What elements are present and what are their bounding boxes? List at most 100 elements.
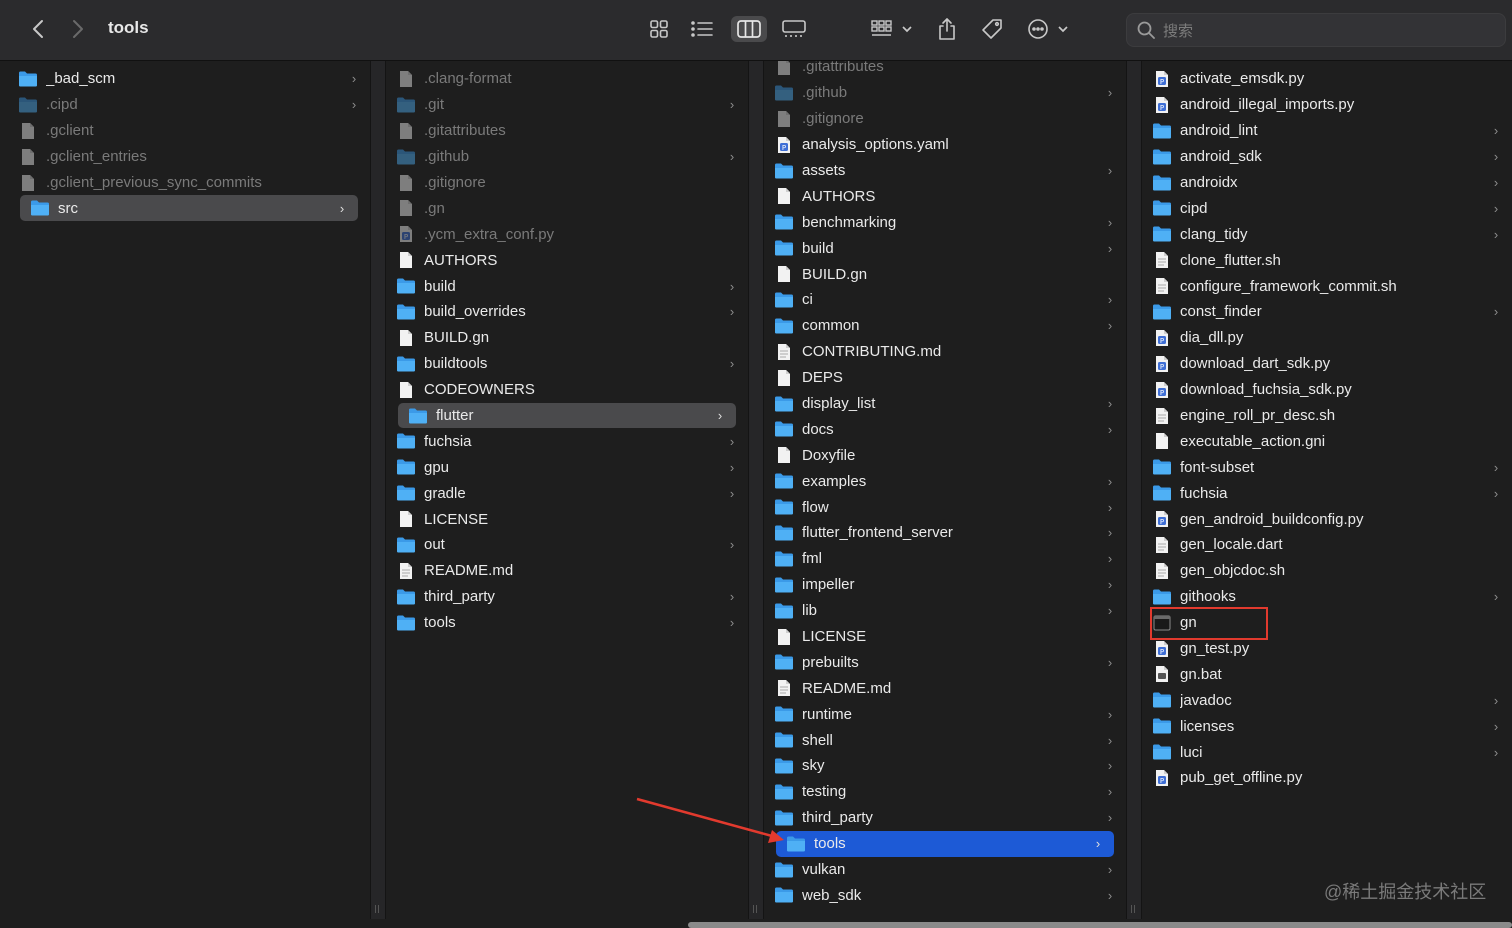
file-row[interactable]: .gclient (8, 118, 370, 144)
folder-row[interactable]: third_party › (386, 584, 748, 610)
search-input[interactable] (1161, 19, 1485, 43)
file-row[interactable]: .gclient_previous_sync_commits (8, 170, 370, 196)
file-row[interactable]: LICENSE (764, 624, 1126, 650)
folder-row[interactable]: clang_tidy › (1142, 221, 1512, 247)
file-row[interactable]: BUILD.gn (386, 325, 748, 351)
chevron-left-icon[interactable] (26, 16, 50, 42)
file-row[interactable]: README.md (764, 675, 1126, 701)
folder-row[interactable]: common › (764, 313, 1126, 339)
folder-row[interactable]: javadoc › (1142, 687, 1512, 713)
tag-icon[interactable] (979, 16, 1005, 42)
folder-row[interactable]: fuchsia › (1142, 480, 1512, 506)
folder-row[interactable]: android_sdk › (1142, 144, 1512, 170)
folder-row[interactable]: android_lint › (1142, 118, 1512, 144)
folder-row[interactable]: tools › (776, 830, 1114, 857)
file-row[interactable]: .gitattributes (386, 118, 748, 144)
folder-row[interactable]: ci › (764, 287, 1126, 313)
folder-row[interactable]: const_finder › (1142, 299, 1512, 325)
folder-row[interactable]: androidx › (1142, 170, 1512, 196)
folder-row[interactable]: assets › (764, 158, 1126, 184)
horizontal-scrollbar[interactable] (688, 922, 1512, 928)
file-row[interactable]: LICENSE (386, 506, 748, 532)
folder-row[interactable]: benchmarking › (764, 209, 1126, 235)
folder-row[interactable]: buildtools › (386, 351, 748, 377)
folder-row[interactable]: vulkan › (764, 857, 1126, 883)
file-row[interactable]: .clang-format (386, 66, 748, 92)
file-row[interactable]: Pdownload_fuchsia_sdk.py (1142, 377, 1512, 403)
share-icon[interactable] (934, 14, 960, 44)
folder-row[interactable]: licenses › (1142, 713, 1512, 739)
folder-row[interactable]: fuchsia › (386, 428, 748, 454)
more-icon[interactable] (1026, 16, 1072, 42)
column-view-icon[interactable] (731, 16, 767, 42)
folder-row[interactable]: build › (764, 235, 1126, 261)
folder-row[interactable]: examples › (764, 468, 1126, 494)
file-row[interactable]: .gn (386, 195, 748, 221)
folder-row[interactable]: out › (386, 532, 748, 558)
gallery-view-icon[interactable] (776, 16, 812, 42)
folder-row[interactable]: githooks › (1142, 584, 1512, 610)
column-resize-handle[interactable] (370, 61, 386, 919)
folder-row[interactable]: flutter_frontend_server › (764, 520, 1126, 546)
file-row[interactable]: AUTHORS (764, 183, 1126, 209)
file-row[interactable]: Doxyfile (764, 442, 1126, 468)
file-row[interactable]: P .ycm_extra_conf.py (386, 221, 748, 247)
file-row[interactable]: Ppub_get_offline.py (1142, 765, 1512, 791)
file-row[interactable]: clone_flutter.sh (1142, 247, 1512, 273)
file-row[interactable]: CODEOWNERS (386, 377, 748, 403)
icon-view-icon[interactable] (641, 16, 677, 42)
chevron-right-icon[interactable] (66, 16, 90, 42)
file-row[interactable]: engine_roll_pr_desc.sh (1142, 403, 1512, 429)
folder-row[interactable]: gradle › (386, 480, 748, 506)
file-row[interactable]: .gitignore (764, 106, 1126, 132)
folder-row[interactable]: .github › (764, 80, 1126, 106)
file-row[interactable]: README.md (386, 558, 748, 584)
column-resize-handle[interactable] (748, 61, 764, 919)
folder-row[interactable]: display_list › (764, 391, 1126, 417)
folder-row[interactable]: fml › (764, 546, 1126, 572)
file-row[interactable]: .gitignore (386, 170, 748, 196)
file-row[interactable]: executable_action.gni (1142, 428, 1512, 454)
file-row[interactable]: Pactivate_emsdk.py (1142, 66, 1512, 92)
file-row[interactable]: Pdownload_dart_sdk.py (1142, 351, 1512, 377)
file-row[interactable]: configure_framework_commit.sh (1142, 273, 1512, 299)
search-field[interactable] (1126, 13, 1506, 47)
folder-row[interactable]: impeller › (764, 572, 1126, 598)
file-row[interactable]: gen_objcdoc.sh (1142, 558, 1512, 584)
file-row[interactable]: Pdia_dll.py (1142, 325, 1512, 351)
file-row[interactable]: CONTRIBUTING.md (764, 339, 1126, 365)
folder-row[interactable]: build › (386, 273, 748, 299)
file-row[interactable]: AUTHORS (386, 247, 748, 273)
folder-row[interactable]: testing › (764, 779, 1126, 805)
file-row[interactable]: .gitattributes (764, 61, 1126, 80)
group-icon[interactable] (868, 16, 916, 42)
folder-row[interactable]: _bad_scm › (8, 66, 370, 92)
folder-row[interactable]: shell › (764, 727, 1126, 753)
file-row[interactable]: .gclient_entries (8, 144, 370, 170)
folder-row[interactable]: flutter › (398, 402, 736, 429)
folder-row[interactable]: gpu › (386, 454, 748, 480)
folder-row[interactable]: flow › (764, 494, 1126, 520)
folder-row[interactable]: build_overrides › (386, 299, 748, 325)
folder-row[interactable]: .git › (386, 92, 748, 118)
folder-row[interactable]: lib › (764, 598, 1126, 624)
folder-row[interactable]: tools › (386, 610, 748, 636)
folder-row[interactable]: .cipd › (8, 92, 370, 118)
column-resize-handle[interactable] (1126, 61, 1142, 919)
folder-row[interactable]: docs › (764, 416, 1126, 442)
folder-row[interactable]: cipd › (1142, 195, 1512, 221)
folder-row[interactable]: third_party › (764, 805, 1126, 831)
folder-row[interactable]: prebuilts › (764, 649, 1126, 675)
folder-row[interactable]: .github › (386, 144, 748, 170)
folder-row[interactable]: luci › (1142, 739, 1512, 765)
file-row[interactable]: gen_locale.dart (1142, 532, 1512, 558)
folder-row[interactable]: web_sdk › (764, 883, 1126, 909)
file-row[interactable]: DEPS (764, 365, 1126, 391)
file-row[interactable]: BUILD.gn (764, 261, 1126, 287)
folder-row[interactable]: font-subset › (1142, 454, 1512, 480)
file-row[interactable]: Panalysis_options.yaml (764, 132, 1126, 158)
folder-row[interactable]: src › (20, 195, 358, 222)
folder-row[interactable]: runtime › (764, 701, 1126, 727)
file-row[interactable]: gn.bat (1142, 661, 1512, 687)
file-row[interactable]: Pgen_android_buildconfig.py (1142, 506, 1512, 532)
